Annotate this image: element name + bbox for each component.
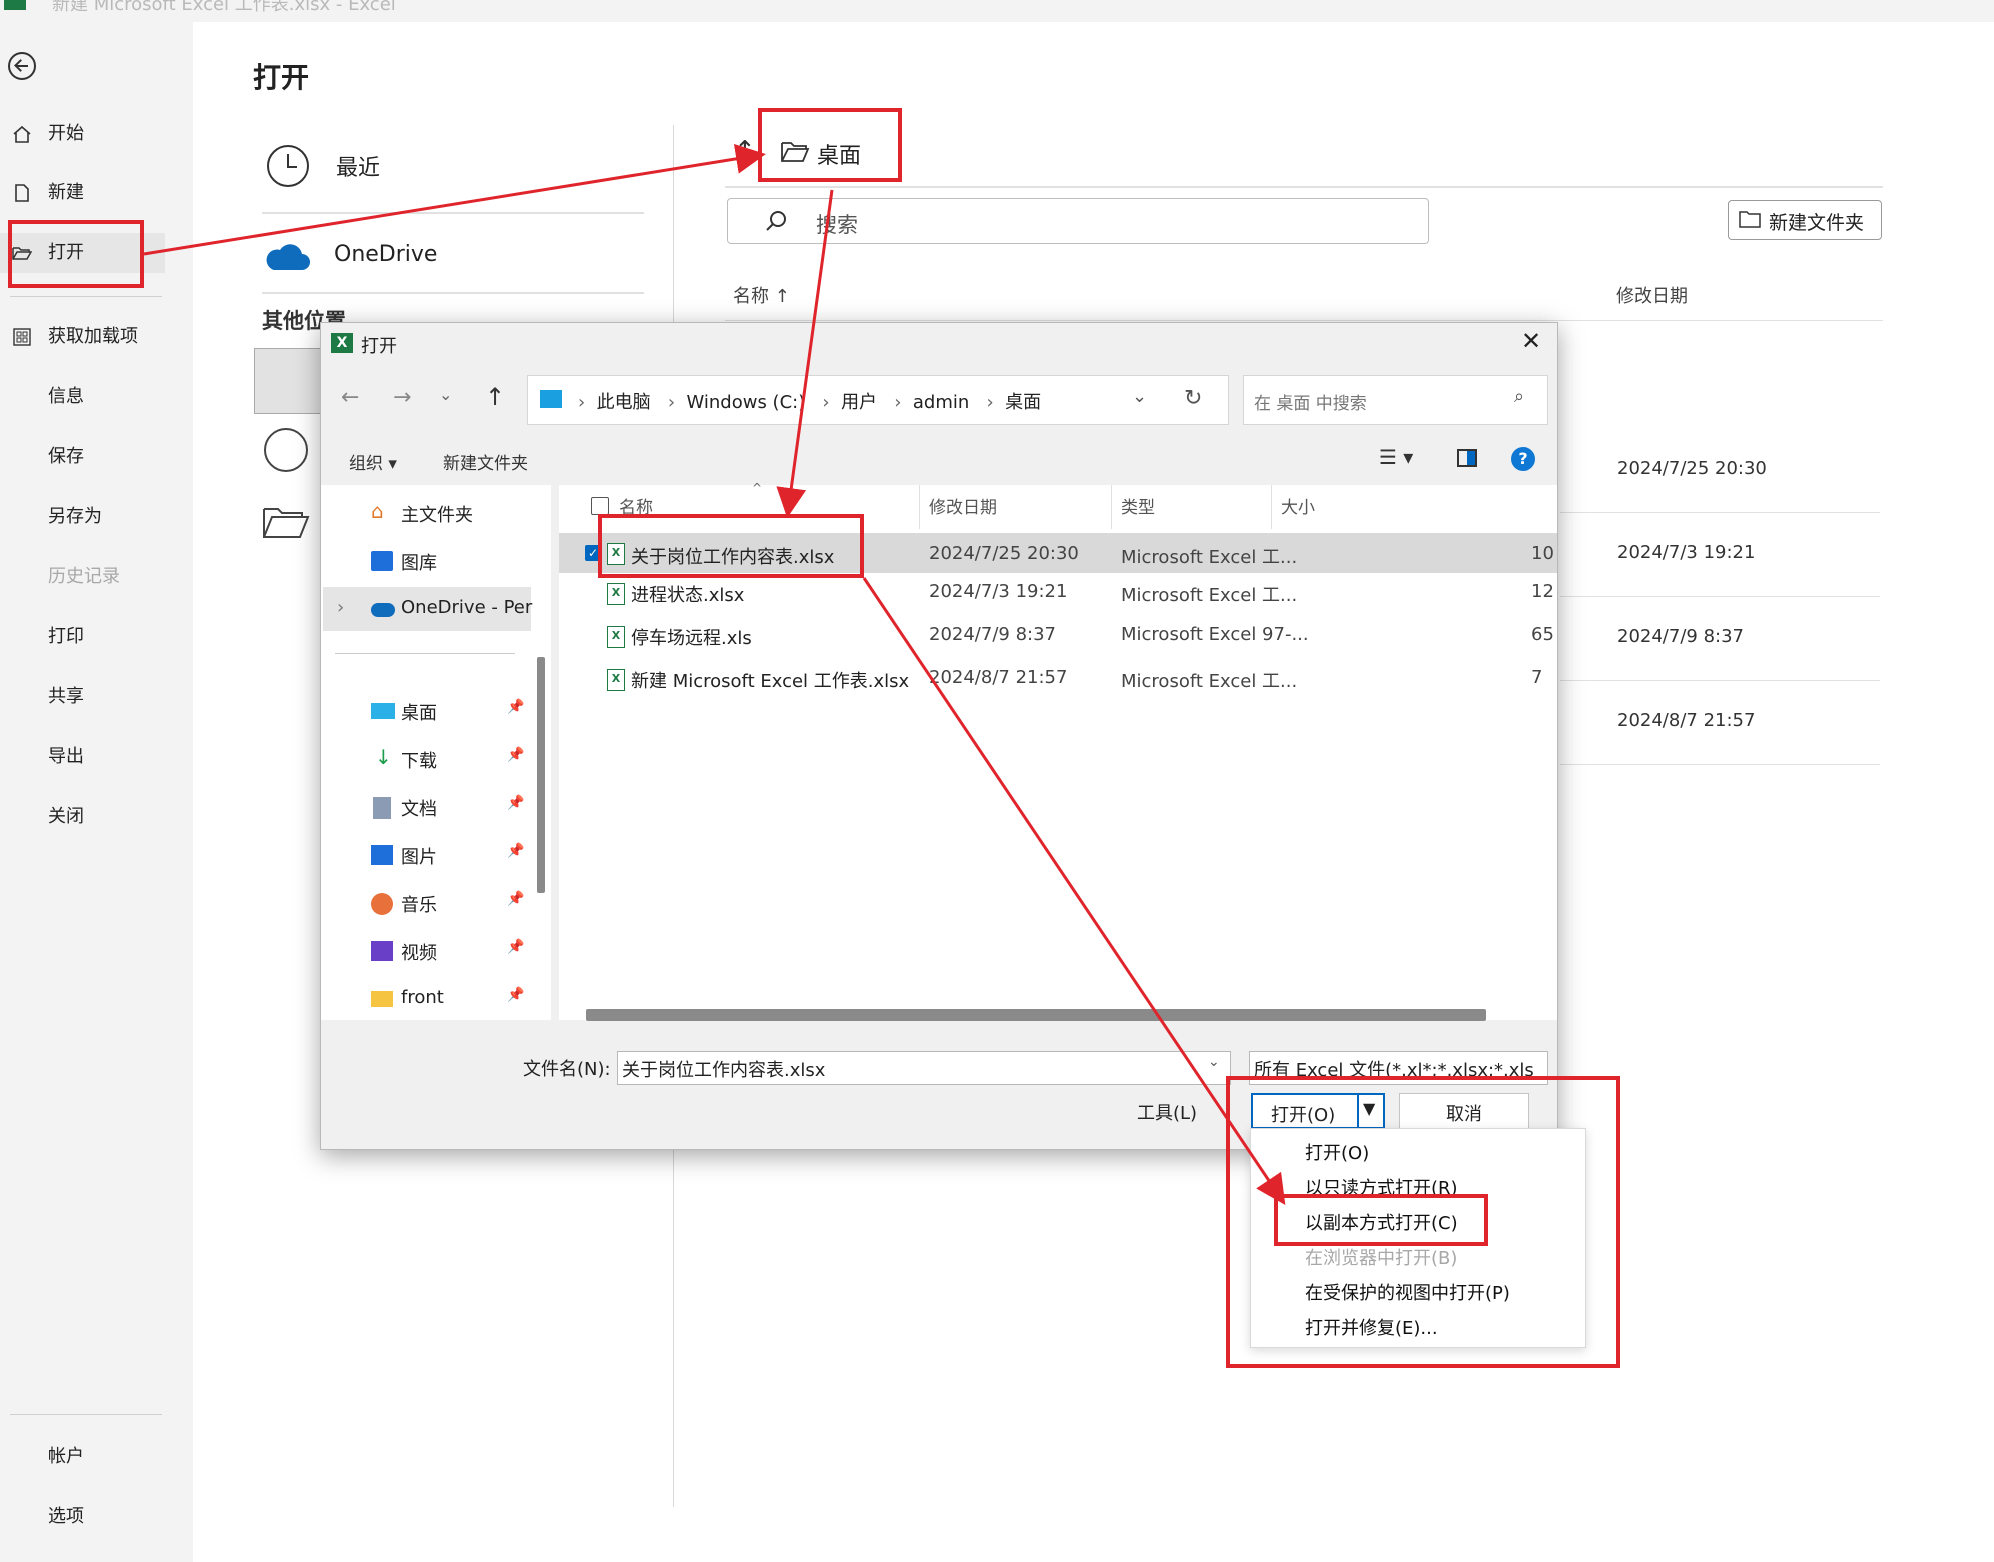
arrow-open-to-desktop — [143, 143, 766, 256]
arrow-desktop-to-file — [776, 189, 834, 518]
annotation-arrows — [143, 143, 1286, 1205]
arrow-file-to-copy — [862, 577, 1286, 1205]
